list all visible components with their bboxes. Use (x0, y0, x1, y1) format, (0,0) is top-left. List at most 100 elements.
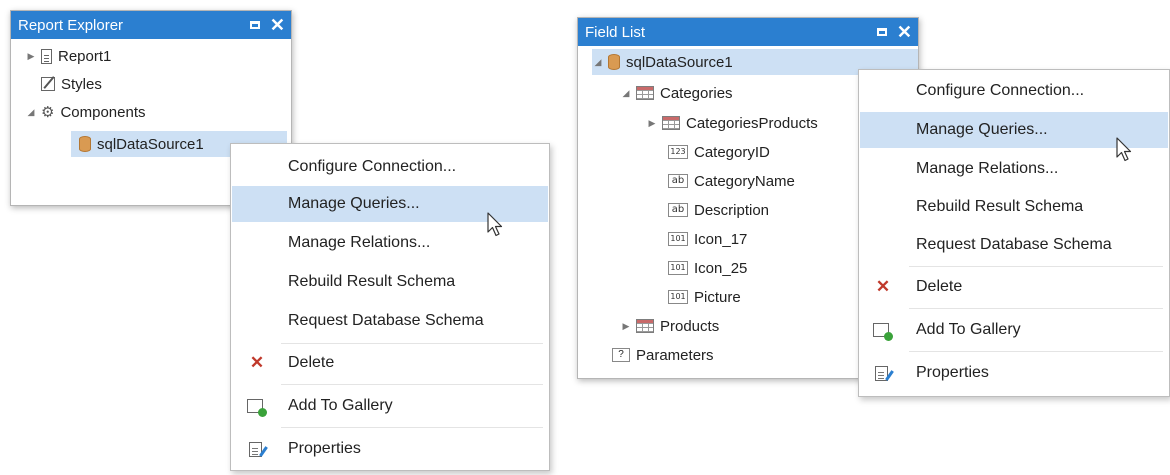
delete-icon: ✕ (875, 277, 891, 296)
menu-item-label: Delete (916, 278, 963, 295)
menu-item-label: Manage Queries... (288, 195, 420, 212)
tree-item-label: Picture (694, 288, 741, 306)
tree-item-parameters[interactable]: ? Parameters (608, 342, 714, 368)
parameters-icon: ? (612, 348, 630, 362)
mouse-cursor-icon (1116, 137, 1132, 162)
tree-item-report1[interactable]: ▶ Report1 (25, 43, 112, 69)
tree-item-label: CategoriesProducts (686, 114, 818, 132)
styles-icon (41, 77, 55, 91)
menu-item-request-database-schema[interactable]: Request Database Schema (860, 228, 1168, 262)
menu-item-request-database-schema[interactable]: Request Database Schema (232, 304, 548, 338)
menu-item-label: Rebuild Result Schema (916, 198, 1084, 215)
menu-item-configure-connection[interactable]: Configure Connection... (232, 150, 548, 184)
context-menu-right: Configure Connection... Manage Queries..… (858, 69, 1170, 397)
tree-item-label: sqlDataSource1 (626, 53, 733, 71)
menu-item-label: Request Database Schema (916, 236, 1112, 253)
tree-item-label: Icon_17 (694, 230, 748, 248)
report-document-icon (41, 48, 52, 64)
tree-item-label: Styles (61, 75, 102, 93)
expand-arrow-icon[interactable]: ▶ (646, 117, 658, 129)
parameters-icon-glyph: ? (612, 348, 630, 362)
delete-icon: ✕ (249, 353, 265, 372)
field-list-title-bar: Field List ✕ (578, 18, 918, 46)
maximize-icon[interactable] (876, 28, 887, 36)
menu-separator (281, 343, 543, 344)
database-icon (79, 136, 91, 152)
binary-field-icon: 101 (668, 232, 688, 246)
database-icon (608, 54, 620, 70)
close-icon[interactable]: ✕ (270, 16, 285, 34)
expand-arrow-icon[interactable]: ▶ (25, 50, 37, 62)
table-icon (636, 86, 654, 100)
tree-item-categoryname[interactable]: ab CategoryName (664, 168, 795, 194)
tree-item-label: Report1 (58, 47, 112, 65)
tree-item-components[interactable]: ◢ ⚙ Components (25, 99, 146, 125)
menu-item-configure-connection[interactable]: Configure Connection... (860, 74, 1168, 108)
menu-item-delete[interactable]: ✕ Delete (860, 270, 1168, 304)
field-type-label: 101 (668, 261, 688, 275)
tree-item-label: Components (60, 103, 146, 121)
gear-icon: ⚙ (41, 104, 55, 121)
tree-item-label: CategoryName (694, 172, 795, 190)
menu-item-rebuild-result-schema[interactable]: Rebuild Result Schema (860, 190, 1168, 224)
menu-separator (281, 384, 543, 385)
properties-icon (872, 365, 890, 381)
field-type-label: 101 (668, 290, 688, 304)
report-explorer-title-bar: Report Explorer ✕ (11, 11, 291, 39)
menu-item-properties[interactable]: Properties (860, 356, 1168, 390)
menu-item-label: Properties (916, 364, 989, 381)
menu-item-label: Manage Relations... (916, 160, 1059, 177)
menu-item-label: Manage Queries... (916, 121, 1048, 138)
table-icon (662, 116, 680, 130)
tree-item-label: CategoryID (694, 143, 770, 161)
collapse-arrow-icon[interactable]: ◢ (25, 106, 37, 118)
menu-item-label: Manage Relations... (288, 234, 431, 251)
tree-item-label: Categories (660, 84, 733, 102)
collapse-arrow-icon[interactable]: ◢ (620, 87, 632, 99)
menu-separator (281, 427, 543, 428)
field-type-label: 101 (668, 232, 688, 246)
close-icon[interactable]: ✕ (897, 23, 912, 41)
collapse-arrow-icon[interactable]: ◢ (592, 56, 604, 68)
binary-field-icon: 101 (668, 290, 688, 304)
menu-item-rebuild-result-schema[interactable]: Rebuild Result Schema (232, 265, 548, 299)
menu-separator (909, 351, 1163, 352)
menu-item-properties[interactable]: Properties (232, 432, 548, 466)
context-menu-left: Configure Connection... Manage Queries..… (230, 143, 550, 471)
add-to-gallery-icon (872, 323, 893, 341)
menu-item-label: Add To Gallery (288, 397, 393, 414)
tree-item-label: sqlDataSource1 (97, 135, 204, 153)
expand-arrow-icon[interactable]: ▶ (620, 320, 632, 332)
table-icon (636, 319, 654, 333)
maximize-icon[interactable] (249, 21, 260, 29)
tree-item-categoriesproducts[interactable]: ▶ CategoriesProducts (646, 110, 818, 136)
mouse-cursor-icon (487, 212, 503, 237)
string-field-icon: ab (668, 203, 688, 217)
menu-separator (909, 308, 1163, 309)
menu-item-delete[interactable]: ✕ Delete (232, 346, 548, 380)
tree-item-description[interactable]: ab Description (664, 197, 769, 223)
tree-item-icon-17[interactable]: 101 Icon_17 (664, 226, 747, 252)
tree-item-styles[interactable]: Styles (25, 71, 102, 97)
menu-item-label: Add To Gallery (916, 321, 1021, 338)
number-field-icon: 123 (668, 145, 688, 159)
field-type-label: ab (668, 203, 688, 217)
field-type-label: ab (668, 174, 688, 188)
tree-item-products[interactable]: ▶ Products (620, 313, 720, 339)
report-explorer-title: Report Explorer (18, 16, 124, 34)
field-type-label: 123 (668, 145, 688, 159)
tree-item-categoryid[interactable]: 123 CategoryID (664, 139, 770, 165)
tree-item-label: Products (660, 317, 720, 335)
properties-icon (246, 441, 264, 457)
menu-item-label: Delete (288, 354, 335, 371)
tree-item-icon-25[interactable]: 101 Icon_25 (664, 255, 747, 281)
tree-item-label: Description (694, 201, 770, 219)
menu-item-label: Configure Connection... (288, 158, 457, 175)
tree-item-picture[interactable]: 101 Picture (664, 284, 741, 310)
menu-item-label: Rebuild Result Schema (288, 273, 456, 290)
menu-item-add-to-gallery[interactable]: Add To Gallery (860, 313, 1168, 347)
tree-item-categories[interactable]: ◢ Categories (620, 80, 733, 106)
menu-separator (909, 266, 1163, 267)
add-to-gallery-icon (246, 399, 267, 417)
menu-item-add-to-gallery[interactable]: Add To Gallery (232, 389, 548, 423)
